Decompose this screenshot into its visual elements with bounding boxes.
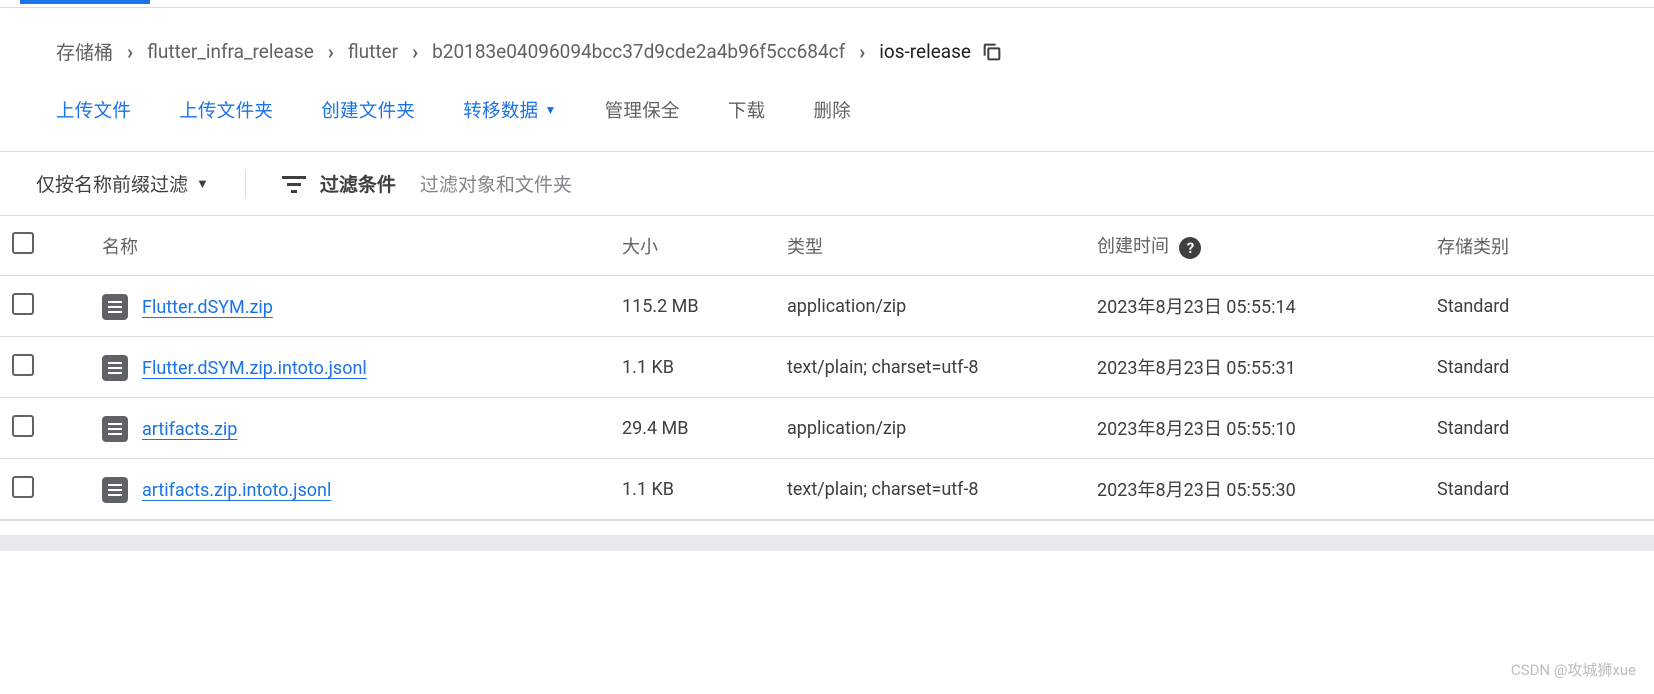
prefix-filter-dropdown[interactable]: 仅按名称前缀过滤 ▼ [36, 170, 246, 197]
breadcrumb-item[interactable]: 存储桶 [56, 38, 113, 65]
chevron-right-icon: › [859, 40, 865, 64]
column-header-created[interactable]: 创建时间 ? [1085, 216, 1425, 276]
select-all-checkbox[interactable] [12, 232, 34, 254]
file-icon [102, 416, 128, 442]
filter-conditions[interactable]: 过滤条件 [282, 170, 396, 197]
transfer-data-label: 转移数据 [463, 97, 538, 123]
filter-icon [282, 174, 306, 194]
table-row: Flutter.dSYM.zip 115.2 MB application/zi… [0, 276, 1654, 337]
column-header-size[interactable]: 大小 [610, 216, 775, 276]
file-icon [102, 477, 128, 503]
cell-type: text/plain; charset=utf-8 [775, 459, 1085, 520]
breadcrumb-item[interactable]: flutter_infra_release [147, 40, 314, 63]
cell-created: 2023年8月23日 05:55:31 [1085, 337, 1425, 398]
chevron-down-icon: ▼ [544, 103, 556, 117]
column-header-name[interactable]: 名称 [90, 216, 610, 276]
delete-button[interactable]: 删除 [813, 97, 851, 123]
cell-created: 2023年8月23日 05:55:30 [1085, 459, 1425, 520]
transfer-data-button[interactable]: 转移数据 ▼ [463, 97, 556, 123]
table-row: Flutter.dSYM.zip.intoto.jsonl 1.1 KB tex… [0, 337, 1654, 398]
chevron-right-icon: › [127, 40, 133, 64]
table-row: artifacts.zip 29.4 MB application/zip 20… [0, 398, 1654, 459]
file-link[interactable]: Flutter.dSYM.zip [142, 297, 273, 318]
column-header-storage[interactable]: 存储类别 [1425, 216, 1654, 276]
filter-input[interactable]: 过滤对象和文件夹 [420, 170, 572, 197]
cell-size: 1.1 KB [610, 459, 775, 520]
filter-conditions-label: 过滤条件 [320, 170, 396, 197]
column-header-created-label: 创建时间 [1097, 236, 1169, 257]
cell-size: 115.2 MB [610, 276, 775, 337]
manage-retention-button[interactable]: 管理保全 [605, 97, 680, 123]
breadcrumb-item[interactable]: flutter [348, 40, 398, 63]
prefix-filter-label: 仅按名称前缀过滤 [36, 170, 188, 197]
objects-table: 名称 大小 类型 创建时间 ? 存储类别 Flutter.dSYM.zip 11… [0, 216, 1654, 520]
cell-size: 29.4 MB [610, 398, 775, 459]
action-toolbar: 上传文件 上传文件夹 创建文件夹 转移数据 ▼ 管理保全 下载 删除 [0, 65, 1654, 152]
cell-created: 2023年8月23日 05:55:14 [1085, 276, 1425, 337]
watermark: CSDN @攻城狮xue [1511, 659, 1636, 680]
cell-created: 2023年8月23日 05:55:10 [1085, 398, 1425, 459]
cell-storage: Standard [1425, 459, 1654, 520]
horizontal-scrollbar[interactable] [0, 535, 1654, 551]
file-link[interactable]: Flutter.dSYM.zip.intoto.jsonl [142, 358, 367, 379]
cell-storage: Standard [1425, 337, 1654, 398]
upload-file-button[interactable]: 上传文件 [56, 97, 131, 123]
chevron-down-icon: ▼ [196, 176, 209, 192]
row-checkbox[interactable] [12, 415, 34, 437]
file-link[interactable]: artifacts.zip.intoto.jsonl [142, 480, 331, 501]
cell-type: application/zip [775, 276, 1085, 337]
filter-bar: 仅按名称前缀过滤 ▼ 过滤条件 过滤对象和文件夹 [0, 152, 1654, 215]
help-icon[interactable]: ? [1179, 237, 1201, 259]
active-tab-indicator [20, 0, 150, 4]
breadcrumb: 存储桶 › flutter_infra_release › flutter › … [0, 8, 1654, 65]
file-icon [102, 355, 128, 381]
top-divider [0, 0, 1654, 8]
cell-type: text/plain; charset=utf-8 [775, 337, 1085, 398]
cell-size: 1.1 KB [610, 337, 775, 398]
upload-folder-button[interactable]: 上传文件夹 [179, 97, 273, 123]
file-link[interactable]: artifacts.zip [142, 419, 237, 440]
chevron-right-icon: › [412, 40, 418, 64]
chevron-right-icon: › [328, 40, 334, 64]
cell-storage: Standard [1425, 398, 1654, 459]
breadcrumb-item[interactable]: b20183e04096094bcc37d9cde2a4b96f5cc684cf [432, 40, 845, 63]
copy-icon[interactable] [981, 41, 1003, 63]
file-icon [102, 294, 128, 320]
column-header-type[interactable]: 类型 [775, 216, 1085, 276]
download-button[interactable]: 下载 [728, 97, 766, 123]
row-checkbox[interactable] [12, 354, 34, 376]
breadcrumb-current: ios-release [879, 40, 971, 63]
row-checkbox[interactable] [12, 476, 34, 498]
cell-storage: Standard [1425, 276, 1654, 337]
row-checkbox[interactable] [12, 293, 34, 315]
create-folder-button[interactable]: 创建文件夹 [321, 97, 415, 123]
cell-type: application/zip [775, 398, 1085, 459]
table-row: artifacts.zip.intoto.jsonl 1.1 KB text/p… [0, 459, 1654, 520]
